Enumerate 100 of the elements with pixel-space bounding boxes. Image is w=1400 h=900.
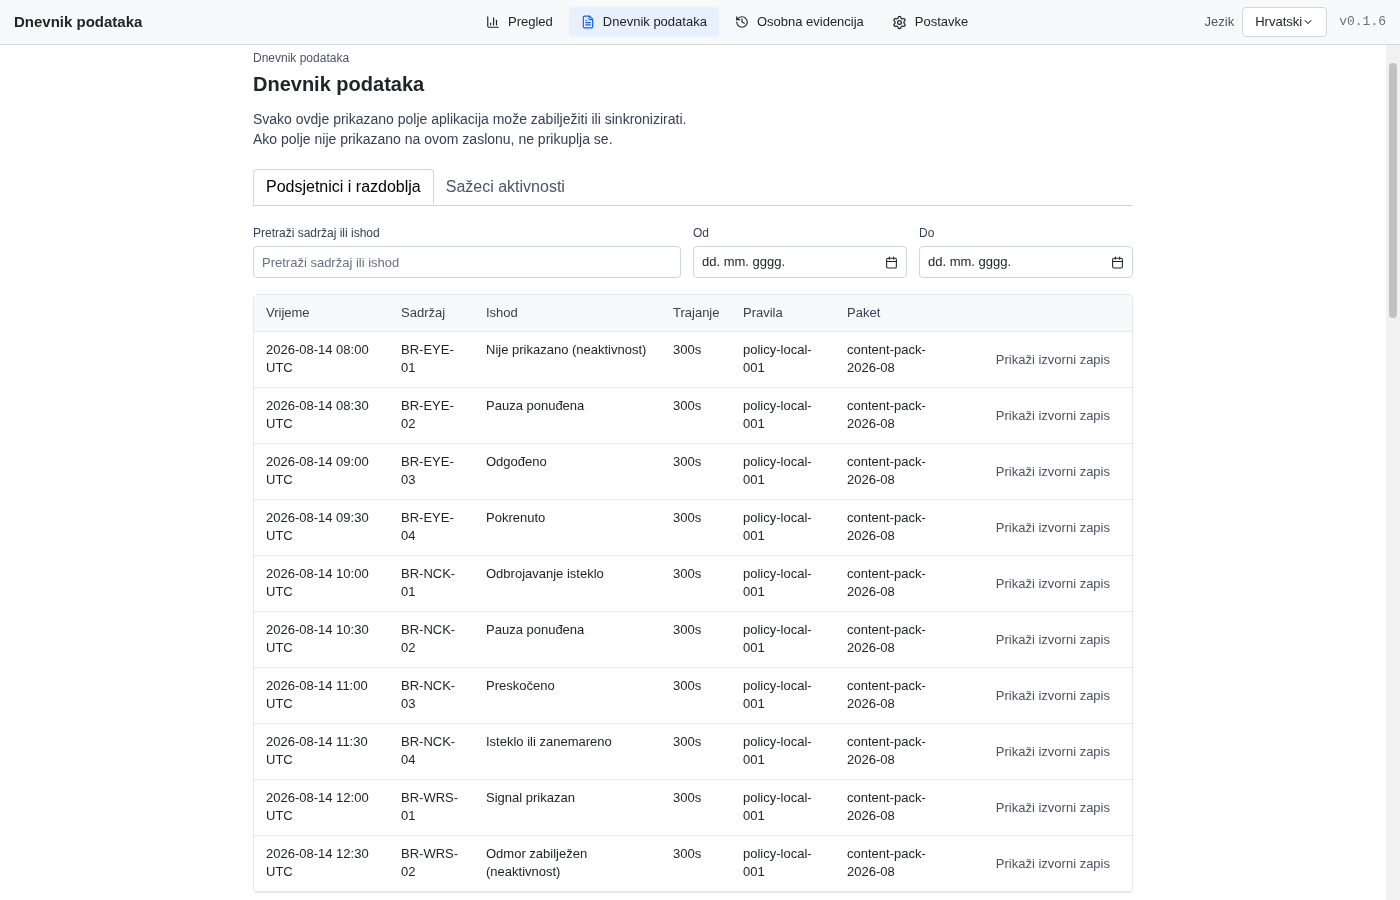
language-select[interactable]: Hrvatski — [1242, 7, 1328, 37]
settings-icon — [891, 14, 907, 30]
table-cell-text: content-pack-2026-08 — [846, 845, 927, 881]
column-header: Paket — [846, 304, 882, 323]
field-label: Pretraži sadržaj ili ishod — [253, 225, 381, 242]
table-cell-text: 2026-08-14 09:30 UTC — [265, 509, 370, 545]
table-cell-text: 300s — [672, 677, 703, 695]
view-record-link[interactable]: Prikaži izvorni zapis — [995, 573, 1110, 594]
intro-text: Ako polje nije prikazano na ovom zaslonu, ne prikuplja se. — [253, 130, 614, 149]
column-header: Trajanje — [672, 304, 721, 323]
table-cell-text: policy-local-001 — [742, 509, 813, 545]
calendar-icon — [885, 255, 898, 269]
table-cell-text: Preskočeno — [485, 677, 556, 695]
table-cell-text: BR-EYE-02 — [400, 397, 455, 433]
field-label: Od — [693, 225, 710, 242]
nav-item[interactable]: Dnevnik podataka — [568, 7, 719, 37]
table-cell-text: content-pack-2026-08 — [846, 621, 927, 657]
column-header: Vrijeme — [265, 304, 311, 323]
table-cell-text: 2026-08-14 08:30 UTC — [265, 397, 370, 433]
version-label: v0.1.6 — [1339, 13, 1386, 32]
language-label: Jezik — [1204, 13, 1235, 32]
column-header: Ishod — [485, 304, 519, 323]
table-cell-text: BR-WRS-02 — [400, 845, 460, 881]
table-cell-text: BR-NCK-01 — [400, 565, 457, 601]
view-record-link[interactable]: Prikaži izvorni zapis — [995, 461, 1110, 482]
scrollbar[interactable] — [1386, 45, 1400, 900]
table-cell-text: 2026-08-14 12:00 UTC — [265, 789, 370, 825]
table-cell-text: 300s — [672, 621, 703, 639]
page-heading: Dnevnik podataka — [253, 72, 426, 97]
table-cell-text: BR-WRS-01 — [400, 789, 460, 825]
table-cell-text: 300s — [672, 341, 703, 359]
bar-chart-icon — [486, 15, 500, 29]
table-cell-text: 2026-08-14 12:30 UTC — [265, 845, 370, 881]
table-cell-text: Odgođeno — [485, 453, 548, 471]
table-cell-text: Isteklo ili zanemareno — [485, 733, 613, 751]
table-cell-text: 300s — [672, 453, 703, 471]
table-cell-text: policy-local-001 — [742, 453, 813, 489]
table-cell-text: policy-local-001 — [742, 341, 813, 377]
table-cell-text: BR-NCK-04 — [400, 733, 457, 769]
table-cell-text: BR-EYE-04 — [400, 509, 455, 545]
tab[interactable]: Sažeci aktivnosti — [433, 169, 577, 205]
table-cell-text: content-pack-2026-08 — [846, 733, 927, 769]
table-cell-text: content-pack-2026-08 — [846, 565, 927, 601]
table-cell-text: Signal prikazan — [485, 789, 576, 807]
table-cell-text: Odbrojavanje isteklo — [485, 565, 605, 583]
table-cell-text: BR-NCK-03 — [400, 677, 457, 713]
table-cell-text: BR-EYE-03 — [400, 453, 455, 489]
table-cell-text: content-pack-2026-08 — [846, 453, 927, 489]
view-record-link[interactable]: Prikaži izvorni zapis — [995, 685, 1110, 706]
date-field[interactable]: dd. mm. gggg. — [919, 246, 1133, 278]
table-cell-text: BR-EYE-01 — [400, 341, 455, 377]
nav-item[interactable]: Pregled — [474, 7, 565, 37]
table-cell-text: content-pack-2026-08 — [846, 677, 927, 713]
view-record-link[interactable]: Prikaži izvorni zapis — [995, 349, 1110, 370]
view-record-link[interactable]: Prikaži izvorni zapis — [995, 517, 1110, 538]
table-cell-text: 300s — [672, 845, 703, 863]
table-cell-text: Odmor zabilježen (neaktivnost) — [485, 845, 589, 881]
field-label: Do — [919, 225, 936, 242]
table-cell-text: policy-local-001 — [742, 397, 813, 433]
view-record-link[interactable]: Prikaži izvorni zapis — [995, 741, 1110, 762]
table-cell-text: 2026-08-14 10:00 UTC — [265, 565, 370, 601]
table-cell-text: content-pack-2026-08 — [846, 789, 927, 825]
table-cell-text: policy-local-001 — [742, 845, 813, 881]
view-record-link[interactable]: Prikaži izvorni zapis — [995, 797, 1110, 818]
breadcrumb: Dnevnik podataka — [253, 50, 351, 67]
table-cell-text: 2026-08-14 11:00 UTC — [265, 677, 369, 713]
table-cell-text: Nije prikazano (neaktivnost) — [485, 341, 648, 359]
table-cell-text: Pauza ponuđena — [485, 621, 586, 639]
table-cell-text: BR-NCK-02 — [400, 621, 457, 657]
view-record-link[interactable]: Prikaži izvorni zapis — [995, 853, 1110, 874]
table-cell-text: 300s — [672, 397, 703, 415]
table-cell-text: content-pack-2026-08 — [846, 397, 927, 433]
table-cell-text: 2026-08-14 11:30 UTC — [265, 733, 369, 769]
view-record-link[interactable]: Prikaži izvorni zapis — [995, 629, 1110, 650]
table-cell-text: 300s — [672, 509, 703, 527]
table-cell-text: 300s — [672, 733, 703, 751]
search-field[interactable]: Pretraži sadržaj ili ishod — [253, 246, 681, 278]
date-field[interactable]: dd. mm. gggg. — [693, 246, 907, 278]
table-cell-text: policy-local-001 — [742, 621, 813, 657]
column-header: Pravila — [742, 304, 784, 323]
nav-item[interactable]: Postavke — [879, 7, 981, 37]
table-cell-text: policy-local-001 — [742, 733, 813, 769]
document-icon — [580, 15, 595, 29]
table-cell-text: 2026-08-14 08:00 UTC — [265, 341, 370, 377]
tab[interactable]: Podsjetnici i razdoblja — [253, 169, 434, 205]
table-cell-text: content-pack-2026-08 — [846, 341, 927, 377]
nav-item[interactable]: Osobna evidencija — [722, 7, 876, 37]
table-cell-text: 300s — [672, 565, 703, 583]
table-cell-text: policy-local-001 — [742, 677, 813, 713]
view-record-link[interactable]: Prikaži izvorni zapis — [995, 405, 1110, 426]
table-cell-text: 2026-08-14 09:00 UTC — [265, 453, 370, 489]
table-cell-text: policy-local-001 — [742, 789, 813, 825]
history-icon — [734, 15, 749, 29]
intro-text: Svako ovdje prikazano polje aplikacija može zabilježiti ili sinkronizirati. — [253, 110, 688, 129]
table-cell-text: Pauza ponuđena — [485, 397, 586, 415]
table-cell-text: policy-local-001 — [742, 565, 813, 601]
table-cell-text: 2026-08-14 10:30 UTC — [265, 621, 370, 657]
column-header: Sadržaj — [400, 304, 447, 323]
table-cell-text: content-pack-2026-08 — [846, 509, 927, 545]
table-cell-text: 300s — [672, 789, 703, 807]
